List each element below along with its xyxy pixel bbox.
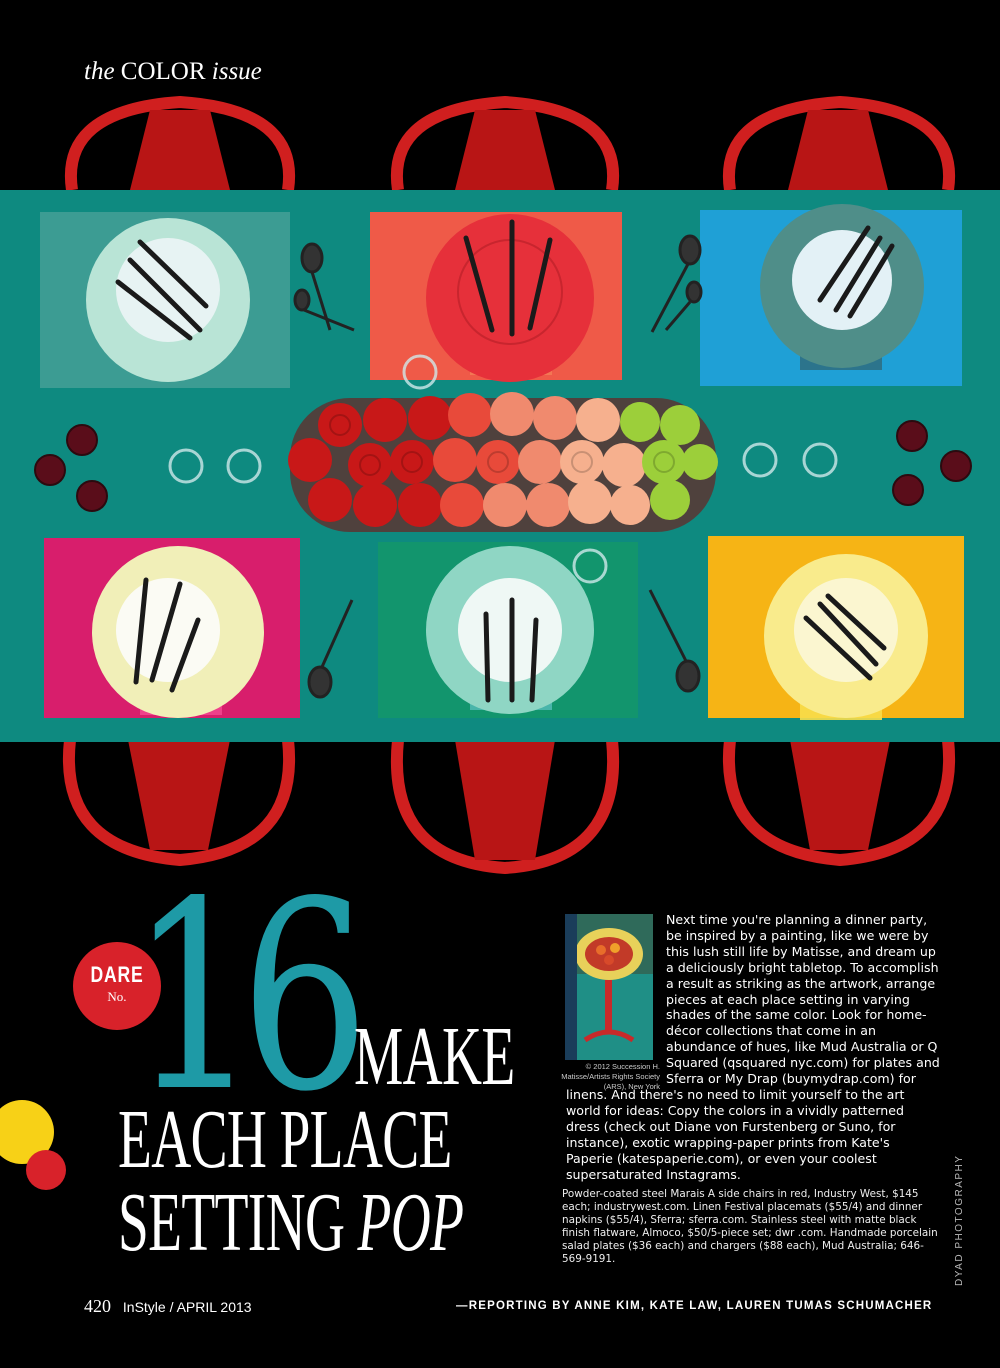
headline-line-1: MAKE — [354, 1010, 515, 1103]
dare-label: DARE — [90, 962, 144, 987]
article-body: Next time you're planning a dinner party… — [566, 912, 940, 1182]
magazine-issue: InStyle / APRIL 2013 — [122, 1299, 252, 1315]
dare-badge: DARE No. — [73, 942, 161, 1030]
text-wrap-spacer — [566, 912, 666, 1082]
dare-no-label: No. — [107, 989, 127, 1004]
page-number: 420 — [84, 1296, 111, 1316]
dare-number: 16 — [130, 847, 369, 1149]
photo-credit: DYAD PHOTOGRAPHY — [954, 1154, 965, 1286]
table-setting-photo — [0, 0, 1000, 880]
roses-centerpiece — [288, 392, 718, 532]
page-folio: 420 InStyle / APRIL 2013 — [84, 1296, 252, 1317]
product-sources: Powder-coated steel Marais A side chairs… — [562, 1188, 938, 1265]
headline-line-2: EACH PLACE — [118, 1093, 452, 1186]
headline-line-3: SETTING POP — [118, 1176, 464, 1269]
section-label: the COLOR issue — [84, 58, 262, 85]
reporting-credit: —REPORTING BY ANNE KIM, KATE LAW, LAUREN… — [456, 1300, 933, 1312]
decorative-dot-red — [26, 1150, 66, 1190]
